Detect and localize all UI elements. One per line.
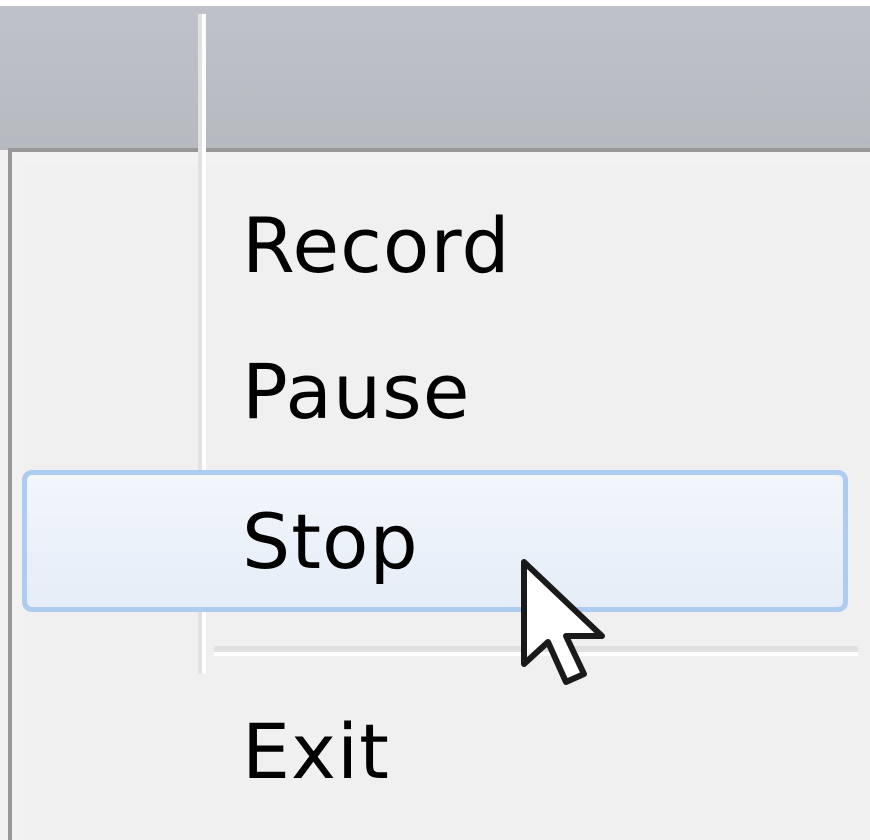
context-menu-items: Record Pause Stop Exit: [8, 156, 870, 840]
menu-item-label: Record: [242, 201, 511, 290]
menu-item-record[interactable]: Record: [8, 156, 870, 296]
arrow-cursor-icon: [521, 559, 605, 685]
menu-item-label: Stop: [242, 497, 419, 586]
screen: Record Pause Stop Exit: [0, 0, 870, 840]
menu-item-pause[interactable]: Pause: [8, 306, 870, 446]
menu-item-label: Pause: [242, 347, 471, 436]
menu-item-stop[interactable]: Stop: [8, 458, 870, 598]
window-title-bar: [0, 0, 870, 150]
menu-item-exit[interactable]: Exit: [8, 666, 870, 806]
menu-item-label: Exit: [242, 707, 390, 796]
